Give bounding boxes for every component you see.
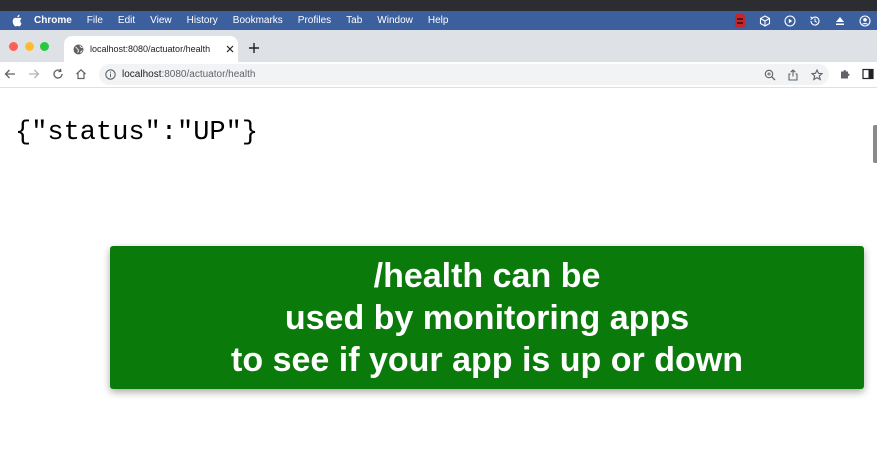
menu-view[interactable]: View — [150, 15, 172, 26]
url-path: :8080/actuator/health — [161, 69, 256, 80]
menubar-status-icons — [733, 11, 871, 30]
reload-icon[interactable] — [51, 67, 65, 81]
banner-line-3: to see if your app is up or down — [231, 340, 743, 379]
menu-tab[interactable]: Tab — [346, 15, 362, 26]
menu-profiles[interactable]: Profiles — [298, 15, 331, 26]
menu-app-name[interactable]: Chrome — [34, 15, 72, 26]
address-bar[interactable]: localhost:8080/actuator/health — [99, 64, 829, 85]
banner-line-1: /health can be — [373, 256, 601, 295]
screen-record-icon[interactable] — [733, 14, 746, 27]
active-tab[interactable]: localhost:8080/actuator/health — [64, 36, 238, 62]
browser-toolbar: localhost:8080/actuator/health — [0, 62, 877, 88]
back-arrow-icon[interactable] — [3, 67, 17, 81]
side-panel-icon[interactable] — [861, 67, 875, 81]
new-tab-icon[interactable] — [247, 41, 261, 55]
menu-file[interactable]: File — [87, 15, 103, 26]
window-minimize-button[interactable] — [25, 42, 34, 51]
play-circle-icon[interactable] — [783, 14, 796, 27]
forward-arrow-icon[interactable] — [27, 67, 41, 81]
globe-icon — [72, 43, 84, 55]
menu-help[interactable]: Help — [428, 15, 449, 26]
user-account-icon[interactable] — [858, 14, 871, 27]
cube-icon[interactable] — [758, 14, 771, 27]
address-url[interactable]: localhost:8080/actuator/health — [122, 64, 255, 85]
menu-history[interactable]: History — [187, 15, 218, 26]
macos-menubar: Chrome File Edit View History Bookmarks … — [0, 11, 877, 30]
menu-edit[interactable]: Edit — [118, 15, 135, 26]
share-icon[interactable] — [786, 68, 799, 81]
menu-window[interactable]: Window — [377, 15, 413, 26]
tab-close-icon[interactable] — [224, 43, 236, 55]
zoom-icon[interactable] — [763, 68, 776, 81]
bookmark-star-icon[interactable] — [810, 68, 823, 81]
url-host: localhost — [122, 69, 162, 80]
eject-icon[interactable] — [833, 14, 846, 27]
scrollbar-thumb[interactable] — [873, 125, 877, 163]
tab-title: localhost:8080/actuator/health — [90, 44, 211, 54]
menu-bookmarks[interactable]: Bookmarks — [233, 15, 283, 26]
extensions-puzzle-icon[interactable] — [838, 67, 852, 81]
screen-top-strip — [0, 0, 877, 11]
window-close-button[interactable] — [9, 42, 18, 51]
apple-icon[interactable] — [10, 14, 24, 28]
banner-line-2: used by monitoring apps — [284, 298, 690, 337]
site-info-icon[interactable] — [104, 68, 117, 81]
time-machine-icon[interactable] — [808, 14, 821, 27]
json-response-text: {"status":"UP"} — [15, 118, 259, 148]
window-zoom-button[interactable] — [40, 42, 49, 51]
browser-tab-strip: localhost:8080/actuator/health — [0, 30, 877, 62]
annotation-banner: /health can be used by monitoring apps t… — [110, 246, 864, 389]
home-icon[interactable] — [74, 67, 88, 81]
